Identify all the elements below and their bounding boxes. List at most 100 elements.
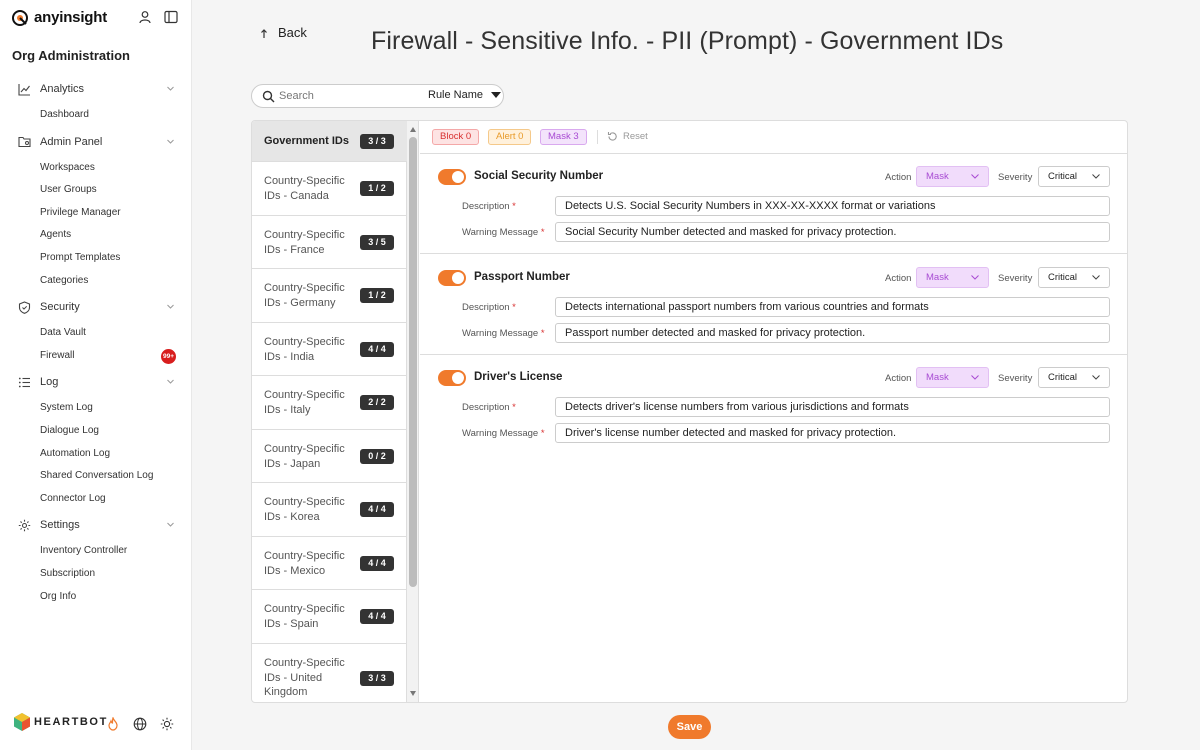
rules-toolbar: Block 0 Alert 0 Mask 3 Reset [420,121,1127,154]
sidebar-item-workspaces[interactable]: Workspaces [0,157,192,180]
reset-button[interactable]: Reset [607,131,648,142]
rule-card-drivers-license: Driver's License Action Mask Severity Cr… [420,355,1127,455]
warning-message-field[interactable]: Social Security Number detected and mask… [555,222,1110,242]
rule-enabled-toggle[interactable] [438,169,466,185]
sidebar-item-firewall[interactable]: Firewall 99+ [0,345,192,368]
sidebar-item-user-groups[interactable]: User Groups [0,179,192,202]
action-select[interactable]: Mask [916,166,989,187]
sidebar-item-dialogue-log[interactable]: Dialogue Log [0,420,192,443]
page-title: Firewall - Sensitive Info. - PII (Prompt… [371,27,1004,55]
save-button[interactable]: Save [668,715,711,739]
warning-message-field[interactable]: Passport number detected and masked for … [555,323,1110,343]
sidebar-item-prompt-templates[interactable]: Prompt Templates [0,247,192,270]
nav-group-settings[interactable]: Settings [0,514,192,536]
chevron-down-icon [971,174,979,179]
category-item-germany[interactable]: Country-Specific IDs - Germany 1 / 2 [252,269,407,323]
warning-message-label: Warning Message * [462,227,545,238]
warning-message-field[interactable]: Driver's license number detected and mas… [555,423,1110,443]
action-label: Action [885,373,912,384]
sidebar-item-categories[interactable]: Categories [0,270,192,293]
notification-badge: 99+ [161,348,176,364]
rule-enabled-toggle[interactable] [438,370,466,386]
category-item-italy[interactable]: Country-Specific IDs - Italy 2 / 2 [252,376,407,430]
rule-name: Driver's License [474,371,563,383]
category-item-india[interactable]: Country-Specific IDs - India 4 / 4 [252,323,407,376]
globe-icon[interactable] [133,717,147,731]
sidebar-item-inventory-controller[interactable]: Inventory Controller [0,540,192,563]
alert-count-chip[interactable]: Alert 0 [488,129,532,145]
category-item-mexico[interactable]: Country-Specific IDs - Mexico 4 / 4 [252,537,407,590]
category-item-canada[interactable]: Country-Specific IDs - Canada 1 / 2 [252,162,407,216]
sidebar-nav: Analytics Dashboard Admin Panel Workspac… [0,78,192,608]
description-label: Description * [462,302,516,313]
category-scrollbar[interactable] [407,121,419,702]
search-input[interactable] [279,90,419,102]
category-item-japan[interactable]: Country-Specific IDs - Japan 0 / 2 [252,430,407,483]
block-count-chip[interactable]: Block 0 [432,129,480,145]
sidebar-item-privilege-manager[interactable]: Privilege Manager [0,202,192,225]
sidebar-item-system-log[interactable]: System Log [0,397,192,420]
action-select[interactable]: Mask [916,267,989,288]
category-count-badge: 1 / 2 [360,181,394,196]
action-label: Action [885,273,912,284]
description-field[interactable]: Detects international passport numbers f… [555,297,1110,317]
severity-select[interactable]: Critical [1038,166,1110,187]
user-icon[interactable] [138,10,152,24]
rules-panel: Government IDs 3 / 3 Country-Specific ID… [251,120,1128,703]
scrollbar-thumb[interactable] [409,137,417,587]
severity-select[interactable]: Critical [1038,367,1110,388]
chevron-down-icon [167,139,174,144]
caret-down-icon [491,92,502,98]
flame-icon[interactable] [106,717,120,731]
category-item-france[interactable]: Country-Specific IDs - France 3 / 5 [252,216,407,269]
search-filter-dropdown[interactable]: Rule Name [428,89,502,101]
category-item-korea[interactable]: Country-Specific IDs - Korea 4 / 4 [252,483,407,537]
category-count-badge: 4 / 4 [360,556,394,571]
sidebar-item-data-vault[interactable]: Data Vault [0,322,192,345]
scroll-up-arrow-icon[interactable] [410,127,416,132]
nav-group-log[interactable]: Log [0,371,192,393]
severity-label: Severity [998,373,1033,384]
sidebar-item-dashboard[interactable]: Dashboard [0,104,192,127]
nav-group-security[interactable]: Security [0,296,192,318]
category-count-badge: 2 / 2 [360,395,394,410]
description-field[interactable]: Detects U.S. Social Security Numbers in … [555,196,1110,216]
category-item-government-ids[interactable]: Government IDs 3 / 3 [252,121,407,162]
scroll-down-arrow-icon[interactable] [410,691,416,696]
search-bar: Rule Name [251,84,504,108]
description-label: Description * [462,402,516,413]
list-icon [18,377,30,388]
back-button[interactable]: Back [261,25,307,40]
sidebar-item-agents[interactable]: Agents [0,224,192,247]
sidebar-item-automation-log[interactable]: Automation Log [0,443,192,466]
severity-select[interactable]: Critical [1038,267,1110,288]
sidebar-item-subscription[interactable]: Subscription [0,563,192,586]
brand-logo-icon [12,9,28,26]
category-count-badge: 3 / 5 [360,235,394,250]
category-count-badge: 1 / 2 [360,288,394,303]
mask-count-chip[interactable]: Mask 3 [540,129,587,145]
gear-icon [18,519,31,532]
chart-line-icon [18,83,30,96]
rule-card-social-security-number: Social Security Number Action Mask Sever… [420,154,1127,254]
folder-user-icon [18,137,31,148]
category-item-united-kingdom[interactable]: Country-Specific IDs - United Kingdom 3 … [252,644,407,702]
action-select[interactable]: Mask [916,367,989,388]
rule-enabled-toggle[interactable] [438,270,466,286]
sidebar-item-shared-conversation-log[interactable]: Shared Conversation Log [0,465,192,488]
sidebar-item-connector-log[interactable]: Connector Log [0,488,192,511]
nav-group-admin-panel[interactable]: Admin Panel [0,131,192,153]
category-item-spain[interactable]: Country-Specific IDs - Spain 4 / 4 [252,590,407,644]
category-count-badge: 4 / 4 [360,342,394,357]
description-field[interactable]: Detects driver's license numbers from va… [555,397,1110,417]
rule-name: Social Security Number [474,170,604,182]
org-title: Org Administration [12,48,130,63]
nav-group-analytics[interactable]: Analytics [0,78,192,100]
sidebar-toggle-icon[interactable] [164,10,178,24]
chevron-down-icon [1092,174,1100,179]
description-label: Description * [462,201,516,212]
chevron-down-icon [167,304,174,309]
brand[interactable]: anyinsight [12,9,107,26]
sidebar-item-org-info[interactable]: Org Info [0,586,192,609]
sun-icon[interactable] [160,717,174,731]
